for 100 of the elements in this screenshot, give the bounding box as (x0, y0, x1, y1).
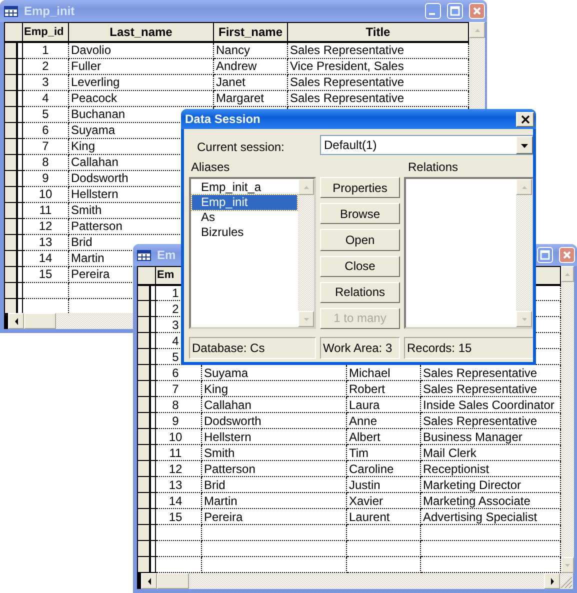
dialog-button[interactable]: Browse (320, 203, 400, 224)
table-cell: Justin (346, 476, 420, 492)
table-cell: Sales Representative (288, 90, 468, 106)
session-dropdown[interactable]: Default(1) (320, 135, 533, 155)
table-cell: 4 (22, 90, 68, 106)
table-cell: 6 (22, 122, 68, 138)
scroll-right-button[interactable] (544, 573, 560, 589)
table-cell: 12 (22, 218, 68, 234)
table-cell: Xavier (346, 492, 420, 508)
row-selector[interactable] (138, 460, 150, 476)
column-header[interactable]: Emp_id (22, 22, 68, 42)
table-cell: Mail Clerk (420, 444, 560, 460)
row-selector[interactable] (138, 492, 150, 508)
row-selector[interactable] (138, 380, 150, 396)
table-cell: 14 (22, 250, 68, 266)
column-header[interactable]: Title (288, 22, 468, 42)
table-cell: 9 (156, 412, 202, 428)
row-selector[interactable] (4, 266, 16, 282)
row-selector[interactable] (138, 556, 150, 572)
table-cell: Advertising Specialist (420, 508, 560, 524)
row-selector[interactable] (138, 332, 150, 348)
row-selector[interactable] (4, 122, 16, 138)
maximize-button[interactable] (537, 247, 553, 263)
row-selector[interactable] (138, 428, 150, 444)
table-cell: 15 (156, 508, 202, 524)
status-pane: Database: Cs (189, 337, 316, 359)
row-selector[interactable] (4, 58, 16, 74)
maximize-icon (540, 250, 550, 260)
row-selector[interactable] (4, 42, 16, 58)
table-cell: Patterson (202, 460, 346, 476)
scroll-thumb[interactable] (157, 573, 189, 589)
table-cell: 8 (22, 154, 68, 170)
aliases-list[interactable]: Emp_init_a Emp_init As Bizrules (189, 177, 316, 329)
row-selector[interactable] (4, 234, 16, 250)
table-cell: King (202, 380, 346, 396)
scroll-left-button[interactable] (8, 313, 24, 329)
row-selector[interactable] (138, 412, 150, 428)
column-header[interactable]: Last_name (68, 22, 214, 42)
row-selector[interactable] (138, 444, 150, 460)
row-selector[interactable] (4, 74, 16, 90)
table-cell: Sales Representative (420, 380, 560, 396)
table-cell: Martin (202, 492, 346, 508)
relations-list[interactable] (404, 177, 533, 329)
table-cell: Peacock (68, 90, 214, 106)
table-cell: Callahan (202, 396, 346, 412)
table-cell: Tim (346, 444, 420, 460)
row-selector[interactable] (4, 90, 16, 106)
table-cell: Marketing Associate (420, 492, 560, 508)
scroll-left-button[interactable] (141, 573, 157, 589)
row-selector[interactable] (4, 170, 16, 186)
row-selector[interactable] (138, 476, 150, 492)
row-selector[interactable] (138, 300, 150, 316)
maximize-button[interactable] (447, 3, 463, 19)
dialog-button[interactable]: Close (320, 256, 400, 277)
table-cell: Davolio (68, 42, 214, 58)
table-icon (137, 250, 151, 260)
row-selector[interactable] (4, 154, 16, 170)
close-icon (520, 114, 530, 124)
row-selector[interactable] (4, 218, 16, 234)
row-selector[interactable] (138, 540, 150, 556)
dialog-button[interactable]: Open (320, 229, 400, 251)
table-cell: Nancy (214, 42, 288, 58)
row-selector[interactable] (4, 186, 16, 202)
dropdown-button[interactable] (516, 136, 533, 154)
row-selector[interactable] (138, 524, 150, 540)
row-selector[interactable] (138, 364, 150, 380)
table-cell: Sales Representative (288, 42, 468, 58)
maximize-icon (450, 6, 460, 16)
row-selector[interactable] (4, 250, 16, 266)
status-pane: Records: 15 (404, 337, 533, 359)
dialog-button[interactable]: Properties (320, 177, 400, 198)
table-cell: Leverling (68, 74, 214, 90)
scroll-thumb[interactable] (24, 313, 56, 329)
row-selector[interactable] (138, 316, 150, 332)
minimize-button[interactable] (425, 3, 441, 19)
header-corner[interactable] (138, 266, 156, 284)
status-pane: Work Area: 3 (320, 337, 400, 359)
row-selector[interactable] (4, 298, 16, 313)
row-selector[interactable] (4, 282, 16, 298)
table-cell: Andrew (214, 58, 288, 74)
row-selector[interactable] (138, 396, 150, 412)
scrollbar[interactable] (137, 573, 573, 589)
table-cell: Dodsworth (202, 412, 346, 428)
table-cell: 1 (22, 42, 68, 58)
list-item[interactable]: Emp_init (192, 195, 297, 210)
table-cell: 13 (156, 476, 202, 492)
table-cell: 10 (156, 428, 202, 444)
dropdown-value: Default(1) (324, 137, 378, 154)
row-selector[interactable] (138, 348, 150, 364)
column-header[interactable]: First_name (214, 22, 288, 42)
dialog-button[interactable]: Relations (320, 282, 400, 303)
row-selector[interactable] (4, 202, 16, 218)
close-button[interactable] (516, 112, 534, 126)
window-title: Em (157, 247, 177, 264)
header-corner[interactable] (4, 22, 22, 42)
close-icon (562, 250, 572, 260)
row-selector[interactable] (4, 106, 16, 122)
table-cell: 13 (22, 234, 68, 250)
row-selector[interactable] (138, 508, 150, 524)
row-selector[interactable] (4, 138, 16, 154)
